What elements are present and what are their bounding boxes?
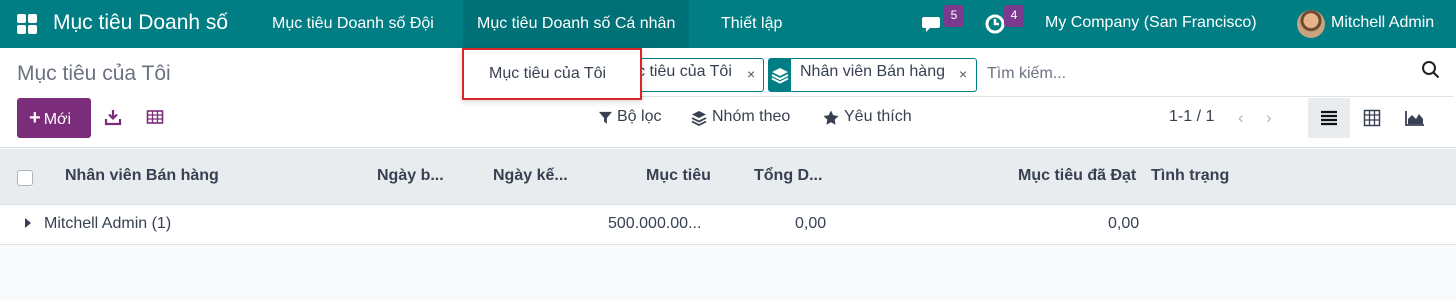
- layers-icon: [691, 111, 707, 127]
- user-avatar[interactable]: [1297, 10, 1325, 38]
- pager-value[interactable]: 1-1 / 1: [1169, 108, 1214, 126]
- filter-icon: [598, 111, 613, 124]
- group-achieved-value: 0,00: [1108, 215, 1140, 232]
- company-switcher[interactable]: My Company (San Francisco): [1045, 14, 1257, 32]
- list-view-button[interactable]: [1308, 98, 1350, 138]
- group-total-value: 0,00: [795, 215, 827, 232]
- filters-button[interactable]: Bộ lọc: [617, 108, 661, 126]
- search-input[interactable]: [987, 62, 1387, 86]
- column-status[interactable]: Tình trạng: [1151, 167, 1229, 185]
- column-target[interactable]: Mục tiêu: [646, 167, 711, 185]
- download-icon[interactable]: [104, 108, 122, 126]
- area-chart-icon: [1405, 111, 1424, 126]
- column-total[interactable]: Tổng D...: [754, 167, 822, 185]
- control-panel: Mục tiêu của Tôi c tiêu của Tôi × Nhân v…: [0, 48, 1456, 148]
- layers-icon: [769, 59, 791, 91]
- column-start-date[interactable]: Ngày b...: [377, 167, 444, 185]
- search-icon[interactable]: [1421, 60, 1441, 80]
- column-end-date[interactable]: Ngày kế...: [493, 167, 568, 185]
- new-button[interactable]: + Mới: [17, 98, 91, 138]
- pager-next-icon[interactable]: ›: [1266, 108, 1272, 128]
- pager-previous-icon[interactable]: ‹: [1238, 108, 1244, 128]
- top-navbar: Mục tiêu Doanh số Mục tiêu Doanh số Đội …: [0, 0, 1456, 48]
- table-icon: [1363, 109, 1381, 127]
- group-target-value: 500.000.00...: [608, 215, 702, 232]
- pivot-view-button[interactable]: [1351, 98, 1393, 138]
- group-label: Mitchell Admin (1): [44, 215, 172, 232]
- caret-right-icon: [25, 218, 31, 228]
- menu-configuration[interactable]: Thiết lập: [707, 0, 796, 48]
- group-row[interactable]: Mitchell Admin (1) 500.000.00... 0,00 0,…: [0, 205, 1456, 245]
- chat-icon[interactable]: [921, 12, 945, 36]
- facet-label: c tiêu của Tôi: [637, 63, 732, 80]
- personal-targets-dropdown: Mục tiêu của Tôi: [462, 48, 642, 100]
- menu-team-targets[interactable]: Mục tiêu Doanh số Đội: [258, 0, 448, 48]
- activities-badge: 4: [1004, 5, 1024, 27]
- user-menu[interactable]: Mitchell Admin: [1331, 14, 1434, 32]
- column-achieved-target[interactable]: Mục tiêu đã Đạt: [1018, 167, 1136, 185]
- favorites-button[interactable]: Yêu thích: [844, 108, 912, 126]
- page-title: Mục tiêu của Tôi: [17, 62, 171, 85]
- graph-view-button[interactable]: [1394, 98, 1436, 138]
- star-icon: [823, 110, 839, 125]
- list-icon: [1321, 110, 1337, 126]
- app-brand[interactable]: Mục tiêu Doanh số: [53, 11, 228, 35]
- menu-personal-targets[interactable]: Mục tiêu Doanh số Cá nhân: [463, 0, 690, 48]
- apps-menu-icon[interactable]: [17, 14, 37, 34]
- search-underline: [626, 96, 1453, 97]
- messages-badge: 5: [944, 5, 964, 27]
- group-by-button[interactable]: Nhóm theo: [712, 108, 790, 126]
- dropdown-item-my-targets[interactable]: Mục tiêu của Tôi: [489, 65, 606, 83]
- facet-remove-icon[interactable]: ×: [747, 66, 755, 82]
- spreadsheet-icon[interactable]: [146, 108, 164, 126]
- facet-label: Nhân viên Bán hàng: [800, 63, 945, 80]
- facet-remove-icon[interactable]: ×: [959, 66, 967, 82]
- select-all-checkbox[interactable]: [17, 170, 33, 186]
- column-salesperson[interactable]: Nhân viên Bán hàng: [65, 167, 219, 185]
- list-header: Nhân viên Bán hàng Ngày b... Ngày kế... …: [0, 149, 1456, 205]
- plus-icon: +: [29, 107, 41, 129]
- search-facet-salesperson: Nhân viên Bán hàng ×: [768, 58, 977, 92]
